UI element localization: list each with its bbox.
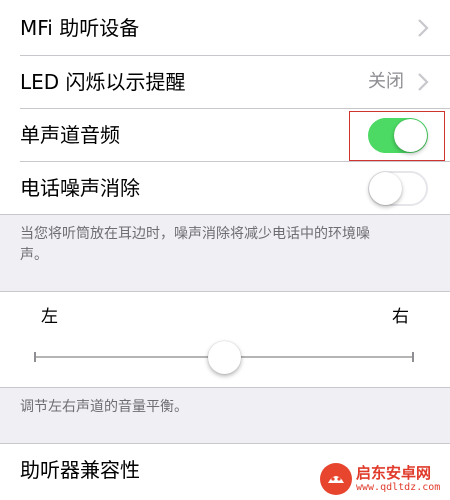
highlight-box (349, 111, 445, 161)
chevron-right-icon (418, 73, 429, 91)
mono-audio-label: 单声道音频 (20, 123, 120, 147)
group-bottom-border (0, 387, 450, 388)
noise-cancellation-footer: 当您将听筒放在耳边时，噪声消除将减少电话中的环境噪声。 (20, 226, 370, 263)
led-flash-value: 关闭 (368, 71, 404, 92)
led-flash-row[interactable]: LED 闪烁以示提醒 关闭 (0, 56, 450, 109)
toggle-knob (369, 172, 402, 205)
watermark-icon (320, 463, 352, 495)
mfi-hearing-devices-label: MFi 助听设备 (20, 16, 140, 40)
balance-footer: 调节左右声道的音量平衡。 (20, 399, 188, 415)
noise-cancellation-toggle[interactable] (368, 171, 428, 206)
settings-group-top: MFi 助听设备 LED 闪烁以示提醒 关闭 单声道音频 电话噪声消除 (0, 0, 450, 214)
balance-slider-thumb[interactable] (208, 341, 241, 374)
group-bottom-border (0, 214, 450, 215)
watermark-logo: 启东安卓网 www.qdltdz.com (318, 458, 450, 500)
balance-right-tick (412, 352, 414, 362)
watermark-brand: 启东安卓网 (356, 464, 432, 482)
led-flash-label: LED 闪烁以示提醒 (20, 70, 186, 94)
noise-cancellation-label: 电话噪声消除 (20, 176, 140, 200)
balance-group: 左 右 (0, 292, 450, 387)
noise-cancellation-row: 电话噪声消除 (0, 162, 450, 215)
mfi-hearing-devices-row[interactable]: MFi 助听设备 (0, 2, 450, 55)
balance-left-tick (34, 352, 36, 362)
hearing-aid-compatibility-label: 助听器兼容性 (20, 458, 140, 482)
chevron-right-icon (418, 19, 429, 37)
balance-left-label: 左 (41, 307, 58, 327)
watermark-url: www.qdltdz.com (356, 482, 441, 493)
balance-right-label: 右 (392, 307, 409, 327)
